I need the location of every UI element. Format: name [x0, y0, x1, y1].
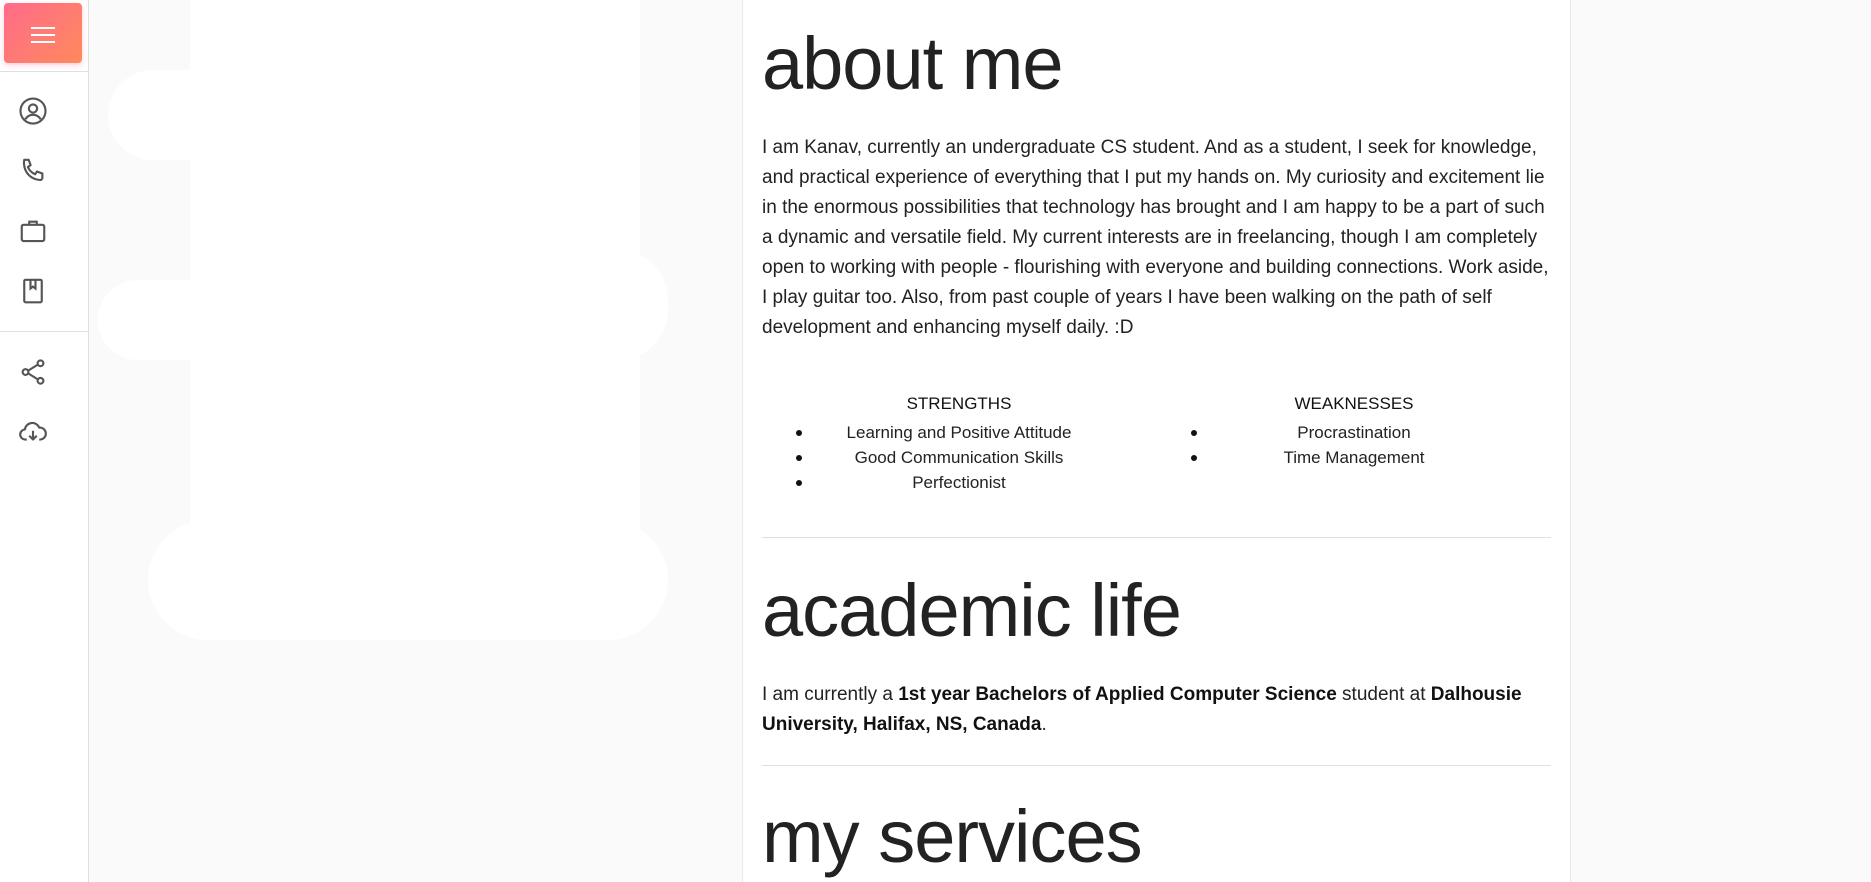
phone-icon — [22, 158, 44, 182]
user-circle-icon — [19, 97, 47, 125]
blob-shape — [148, 520, 668, 640]
sidebar-item-contact[interactable] — [18, 156, 48, 186]
weaknesses-list: Procrastination Time Management — [1157, 420, 1551, 470]
strengths-column: STRENGTHS Learning and Positive Attitude… — [762, 392, 1156, 495]
academic-title: academic life — [762, 569, 1182, 652]
weaknesses-column: WEAKNESSES Procrastination Time Manageme… — [1157, 392, 1551, 470]
sidebar-item-work[interactable] — [18, 216, 48, 246]
sidebar-item-about[interactable] — [18, 96, 48, 126]
blob-shape — [108, 70, 268, 160]
bookmark-book-icon — [23, 278, 43, 304]
list-item: Learning and Positive Attitude — [762, 420, 1156, 445]
share-icon — [21, 359, 45, 385]
weaknesses-heading: WEAKNESSES — [1294, 394, 1414, 413]
page: about me I am Kanav, currently an underg… — [0, 0, 1871, 882]
sidebar — [0, 0, 89, 882]
content-card: about me I am Kanav, currently an underg… — [742, 0, 1571, 882]
list-item: Perfectionist — [762, 470, 1156, 495]
blob-shape — [568, 250, 668, 360]
list-item: Time Management — [1157, 445, 1551, 470]
section-divider — [762, 537, 1551, 538]
about-text: I am Kanav, currently an undergraduate C… — [762, 137, 1549, 338]
hamburger-menu-icon — [31, 27, 55, 43]
blob-shape — [98, 280, 298, 360]
download-button[interactable] — [18, 417, 48, 447]
academic-text-suffix: . — [1041, 714, 1047, 735]
list-item: Good Communication Skills — [762, 445, 1156, 470]
academic-text-middle: student at — [1336, 684, 1431, 705]
list-item: Procrastination — [1157, 420, 1551, 445]
share-button[interactable] — [18, 357, 48, 387]
services-title: my services — [762, 795, 1143, 878]
cloud-download-icon — [19, 421, 47, 441]
sidebar-item-blog[interactable] — [18, 276, 48, 306]
about-title: about me — [762, 22, 1064, 105]
briefcase-icon — [20, 220, 46, 243]
academic-text: I am currently a 1st year Bachelors of A… — [762, 680, 1552, 740]
academic-text-prefix: I am currently a — [762, 684, 899, 705]
strengths-heading: STRENGTHS — [906, 394, 1012, 413]
background-area — [88, 0, 742, 882]
menu-button[interactable] — [4, 3, 82, 63]
section-divider — [762, 765, 1551, 766]
academic-degree: 1st year Bachelors of Applied Computer S… — [898, 684, 1337, 705]
sidebar-divider — [0, 331, 88, 332]
strengths-list: Learning and Positive Attitude Good Comm… — [762, 420, 1156, 495]
sidebar-divider — [0, 71, 88, 72]
